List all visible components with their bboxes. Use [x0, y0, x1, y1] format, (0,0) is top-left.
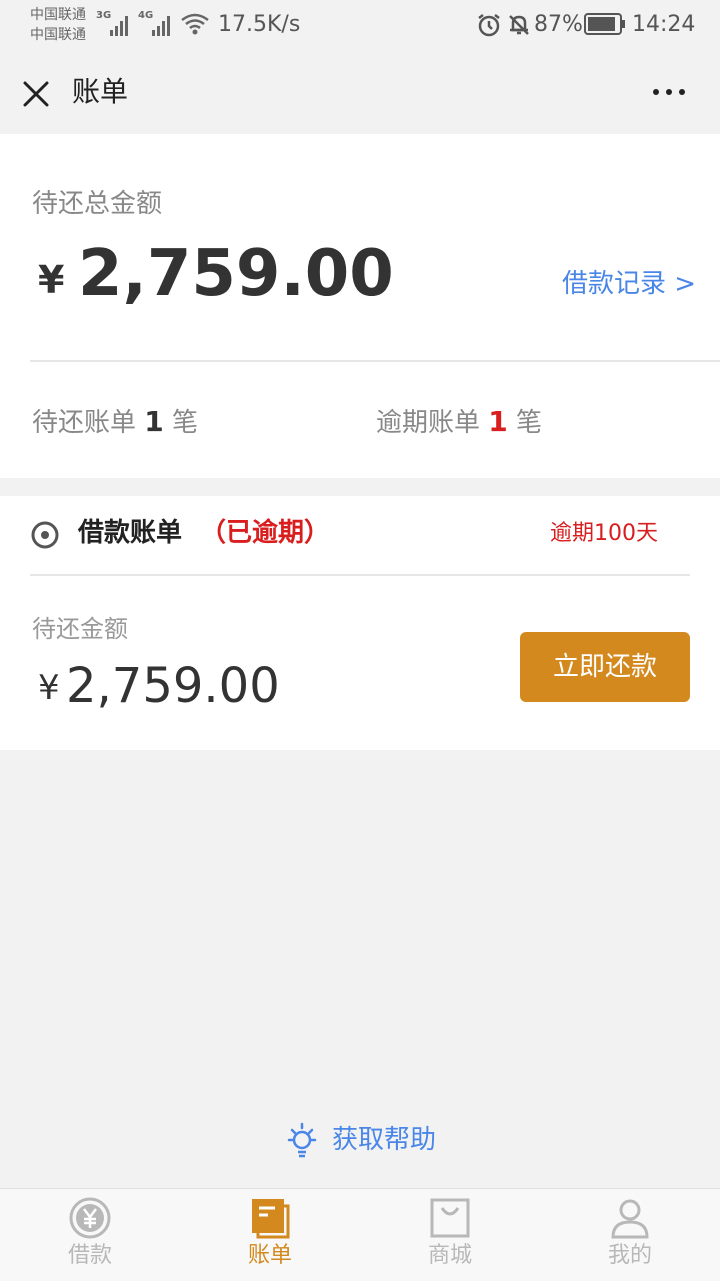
pending-bills-count: 待还账单 1 笔	[32, 404, 198, 441]
overdue-days: 逾期100天	[550, 521, 658, 546]
signal-icon-2	[152, 10, 170, 36]
carrier-2: 中国联通	[30, 27, 86, 43]
clock: 14:24	[632, 12, 696, 37]
coin-icon	[31, 521, 59, 549]
battery-percent: 87%	[534, 12, 583, 37]
total-due-label: 待还总金额	[32, 189, 163, 219]
repay-now-button[interactable]: 立即还款	[520, 632, 690, 702]
nav-item-loan[interactable]: 借款	[30, 1196, 150, 1276]
bill-icon	[252, 1199, 290, 1239]
due-amount: 2,759.00	[66, 658, 280, 714]
nav-label: 账单	[247, 1243, 292, 1268]
nav-item-profile[interactable]: 我的	[570, 1196, 690, 1276]
yen-coin-icon	[69, 1197, 111, 1239]
nav-item-bills[interactable]: 账单	[210, 1196, 330, 1276]
wifi-icon	[181, 13, 209, 35]
more-options-icon[interactable]	[650, 80, 690, 104]
overdue-bills-label: 逾期账单	[376, 408, 481, 438]
total-due-amount: 2,759.00	[78, 237, 394, 311]
network-type-2: 4G	[138, 10, 154, 21]
network-speed: 17.5K/s	[218, 12, 301, 37]
pending-bills-unit: 笔	[172, 408, 199, 438]
loan-record-link[interactable]: 借款记录 >	[562, 266, 696, 302]
nav-label: 我的	[607, 1243, 652, 1268]
close-icon[interactable]	[20, 78, 52, 110]
get-help-label: 获取帮助	[332, 1125, 437, 1155]
currency-symbol: ¥	[38, 668, 60, 708]
loan-bill-title: 借款账单	[78, 518, 183, 548]
signal-icon-1	[110, 10, 128, 36]
mute-bell-icon	[509, 15, 529, 35]
overdue-bills-unit: 笔	[516, 408, 543, 438]
network-type-1: 3G	[96, 10, 112, 21]
nav-item-mall[interactable]: 商城	[390, 1196, 510, 1276]
overdue-bills-number: 1	[488, 405, 508, 438]
pending-bills-label: 待还账单	[32, 408, 137, 438]
overdue-bills-count: 逾期账单 1 笔	[376, 404, 542, 441]
battery-icon	[584, 13, 625, 35]
page-title: 账单	[72, 75, 129, 108]
divider	[30, 360, 720, 362]
nav-label: 商城	[427, 1243, 472, 1268]
divider	[30, 574, 690, 576]
pending-bills-number: 1	[144, 405, 164, 438]
alarm-icon	[478, 14, 500, 37]
currency-symbol: ¥	[38, 258, 65, 302]
user-icon	[611, 1199, 649, 1239]
lightbulb-icon	[287, 1122, 317, 1158]
carrier-1: 中国联通	[30, 7, 86, 23]
overdue-status-badge: （已逾期）	[200, 518, 331, 548]
nav-label: 借款	[67, 1243, 112, 1268]
get-help-link[interactable]: 获取帮助	[286, 1120, 436, 1160]
shopping-bag-icon	[430, 1198, 470, 1238]
carrier-names: 中国联通 中国联通	[30, 5, 100, 45]
due-amount-label: 待还金额	[32, 615, 128, 643]
